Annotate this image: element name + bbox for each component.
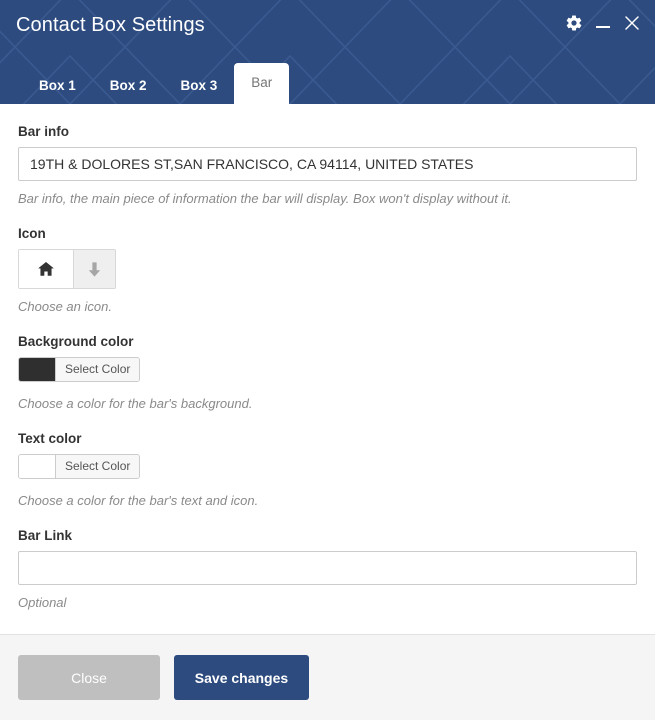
label-bar-info: Bar info bbox=[18, 124, 70, 139]
gear-icon-button[interactable] bbox=[565, 14, 583, 32]
tab-bar-active[interactable]: Bar bbox=[234, 63, 290, 104]
close-icon bbox=[625, 16, 639, 30]
gear-icon bbox=[566, 15, 582, 31]
field-group-bar-link: Bar Link Optional bbox=[18, 527, 637, 611]
label-bar-link: Bar Link bbox=[18, 528, 73, 543]
settings-form: Bar info Bar info, the main piece of inf… bbox=[0, 104, 655, 634]
label-background-color: Background color bbox=[18, 334, 134, 349]
label-icon: Icon bbox=[18, 226, 46, 241]
icon-preview-button[interactable] bbox=[18, 249, 74, 289]
help-bar-link: Optional bbox=[18, 595, 67, 610]
help-text-color: Choose a color for the bar's text and ic… bbox=[18, 493, 259, 508]
icon-dropdown-toggle[interactable] bbox=[74, 249, 116, 289]
modal-header: Contact Box Settings Box 1 Box 2 Box 3 B… bbox=[0, 0, 655, 104]
bar-info-input[interactable] bbox=[18, 147, 637, 181]
field-group-background-color: Background color Select Color Choose a c… bbox=[18, 333, 637, 412]
contact-box-settings-modal: Contact Box Settings Box 1 Box 2 Box 3 B… bbox=[0, 0, 655, 720]
background-select-color-button[interactable]: Select Color bbox=[56, 358, 140, 381]
field-group-bar-info: Bar info Bar info, the main piece of inf… bbox=[18, 123, 637, 207]
window-controls bbox=[565, 14, 641, 32]
save-changes-button[interactable]: Save changes bbox=[174, 655, 309, 700]
arrow-down-icon bbox=[88, 261, 101, 277]
minimize-icon bbox=[595, 15, 611, 31]
page-title: Contact Box Settings bbox=[16, 14, 205, 36]
tab-box-2[interactable]: Box 2 bbox=[93, 68, 164, 104]
close-button[interactable]: Close bbox=[18, 655, 160, 700]
help-background-color: Choose a color for the bar's background. bbox=[18, 396, 253, 411]
text-select-color-button[interactable]: Select Color bbox=[56, 455, 140, 478]
help-bar-info: Bar info, the main piece of information … bbox=[18, 191, 512, 206]
modal-footer: Close Save changes bbox=[0, 634, 655, 720]
help-icon: Choose an icon. bbox=[18, 299, 112, 314]
tab-box-1[interactable]: Box 1 bbox=[22, 68, 93, 104]
minimize-icon-button[interactable] bbox=[595, 15, 611, 31]
icon-picker bbox=[18, 249, 116, 289]
tab-box-3[interactable]: Box 3 bbox=[164, 68, 235, 104]
field-group-icon: Icon Choose an icon. bbox=[18, 225, 637, 315]
tab-bar: Box 1 Box 2 Box 3 Bar bbox=[22, 63, 290, 104]
label-text-color: Text color bbox=[18, 431, 82, 446]
background-color-picker: Select Color bbox=[18, 357, 141, 382]
text-color-swatch[interactable] bbox=[19, 455, 56, 478]
field-group-text-color: Text color Select Color Choose a color f… bbox=[18, 430, 637, 509]
close-icon-button[interactable] bbox=[623, 14, 641, 32]
background-color-swatch[interactable] bbox=[19, 358, 56, 381]
bar-link-input[interactable] bbox=[18, 551, 637, 585]
home-icon bbox=[38, 261, 54, 276]
text-color-picker: Select Color bbox=[18, 454, 141, 479]
